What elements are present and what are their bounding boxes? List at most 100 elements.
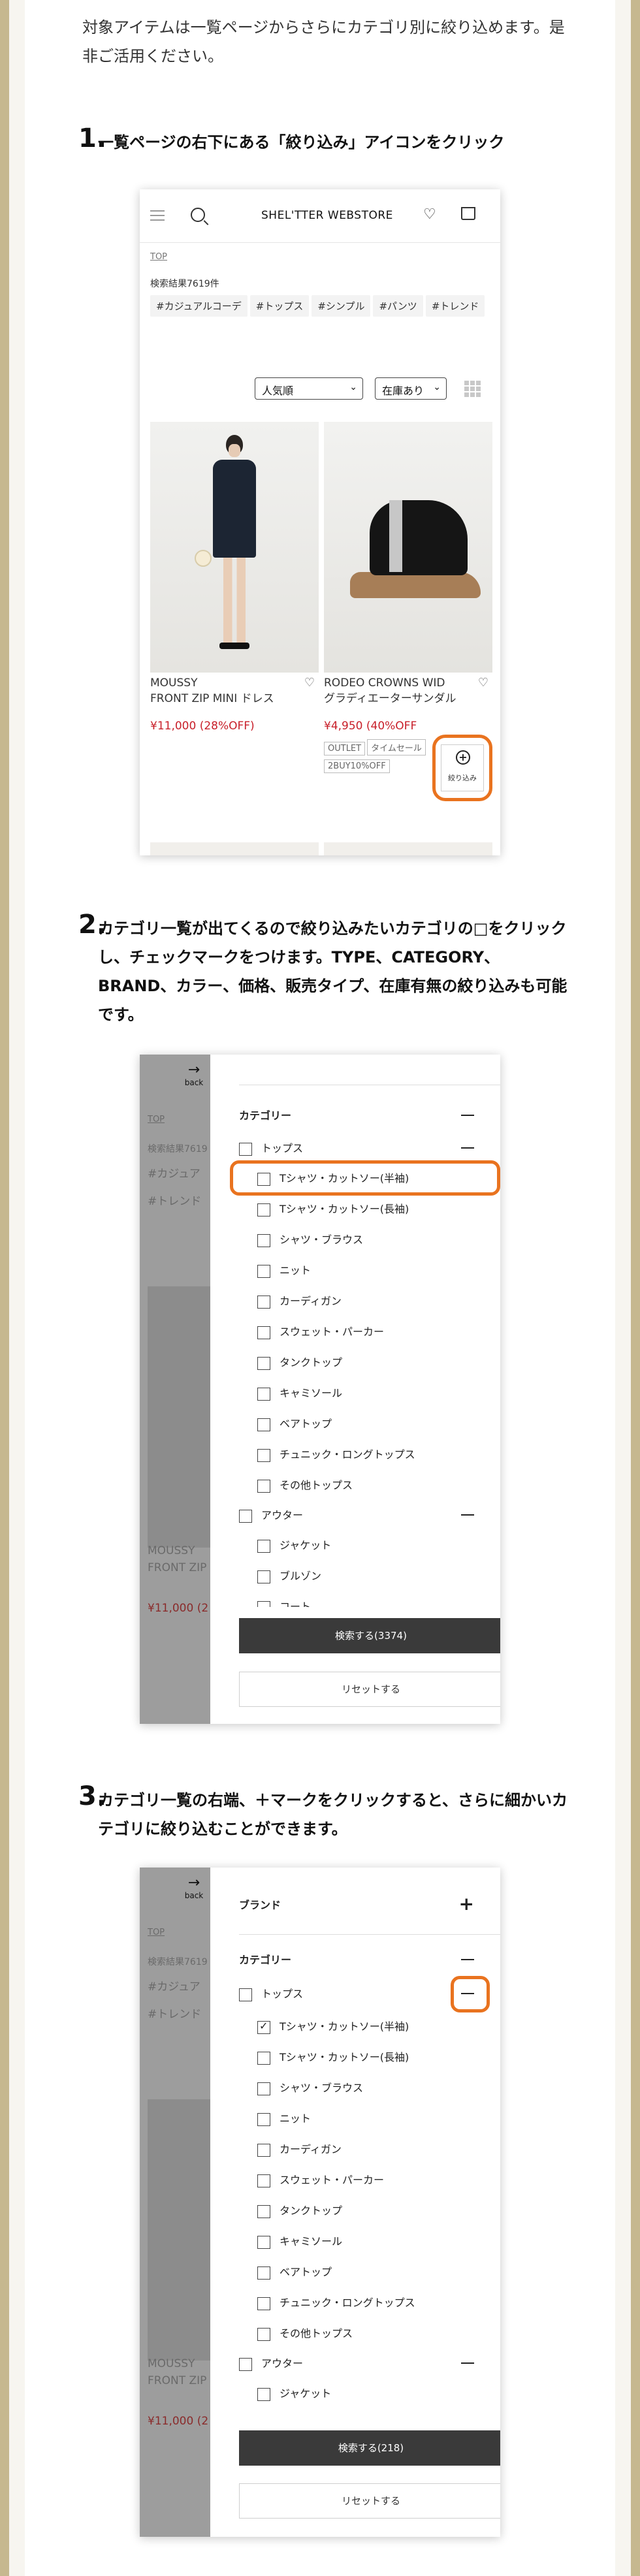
checkbox[interactable] bbox=[239, 1988, 252, 2001]
subcategory-item[interactable]: コート bbox=[257, 1598, 311, 1607]
category-header[interactable]: カテゴリー bbox=[239, 1951, 474, 1969]
tag[interactable]: #パンツ bbox=[373, 295, 423, 317]
checkbox[interactable] bbox=[257, 1570, 270, 1583]
brand-header[interactable]: ブランド + bbox=[239, 1895, 474, 1915]
product-name[interactable]: RODEO CROWNS WID グラディエーターサンダル ♡ bbox=[324, 675, 492, 707]
breadcrumb-top[interactable]: TOP bbox=[150, 252, 167, 262]
back-button[interactable]: → back bbox=[179, 1062, 209, 1088]
checkbox[interactable] bbox=[257, 1203, 270, 1216]
subcategory-item[interactable]: タンクトップ bbox=[257, 1354, 342, 1370]
subcategory-item[interactable]: ニット bbox=[257, 2110, 311, 2126]
search-button[interactable]: 検索する(218) bbox=[239, 2430, 500, 2466]
subcategory-item[interactable]: Tシャツ・カットソー(長袖) bbox=[257, 1200, 409, 1216]
checkbox-checked[interactable] bbox=[257, 2020, 270, 2034]
checkbox[interactable] bbox=[257, 1539, 270, 1553]
checkbox[interactable] bbox=[257, 2112, 270, 2126]
store-logo[interactable]: SHEL'TTER WEBSTORE bbox=[261, 209, 393, 222]
subcategory-item[interactable]: Tシャツ・カットソー(半袖) bbox=[257, 2018, 409, 2034]
heart-icon[interactable]: ♡ bbox=[423, 206, 436, 223]
category-outer[interactable]: アウター bbox=[239, 1506, 474, 1525]
subcategory-item[interactable]: Tシャツ・カットソー(長袖) bbox=[257, 2048, 409, 2065]
dimmed-background[interactable]: → back TOP 検索結果7619 #カジュア #トレンド MOUSSY FR… bbox=[140, 1868, 210, 2537]
checkbox[interactable] bbox=[239, 1142, 252, 1156]
subcategory-item[interactable]: その他トップス bbox=[257, 2325, 353, 2341]
heart-icon[interactable]: ♡ bbox=[478, 675, 488, 691]
minus-icon[interactable] bbox=[461, 1115, 474, 1116]
checkbox[interactable] bbox=[239, 1509, 252, 1523]
checkbox[interactable] bbox=[257, 1233, 270, 1247]
subcategory-item[interactable]: ジャケット bbox=[257, 1536, 331, 1553]
checkbox[interactable] bbox=[257, 2266, 270, 2280]
subcategory-item[interactable]: シャツ・ブラウス bbox=[257, 2079, 363, 2095]
minus-icon[interactable] bbox=[461, 1147, 474, 1149]
subcategory-item[interactable]: カーディガン bbox=[257, 1292, 342, 1309]
checkbox[interactable] bbox=[257, 2235, 270, 2249]
subcategory-item[interactable]: キャミソール bbox=[257, 2233, 342, 2249]
subcategory-item[interactable]: チュニック・ロングトップス bbox=[257, 1446, 415, 1462]
back-button[interactable]: → back bbox=[179, 1875, 209, 1901]
subcategory-item[interactable]: ジャケット bbox=[257, 2385, 331, 2401]
checkbox[interactable] bbox=[257, 2327, 270, 2341]
tag[interactable]: #シンプル bbox=[312, 295, 371, 317]
checkbox[interactable] bbox=[257, 2297, 270, 2310]
checkbox[interactable] bbox=[257, 1600, 270, 1607]
checkbox[interactable] bbox=[257, 1448, 270, 1462]
tag[interactable]: #トップス bbox=[249, 295, 310, 317]
cart-icon[interactable] bbox=[461, 207, 475, 220]
checkbox[interactable] bbox=[257, 2051, 270, 2065]
checkbox[interactable] bbox=[257, 1356, 270, 1370]
stock-select[interactable]: 在庫あり ⌄ bbox=[375, 377, 447, 400]
subcategory-item[interactable]: その他トップス bbox=[257, 1476, 353, 1493]
minus-icon[interactable] bbox=[461, 2362, 474, 2364]
checkbox[interactable] bbox=[257, 1264, 270, 1278]
category-tops[interactable]: トップス bbox=[239, 1139, 474, 1158]
product-card[interactable]: RODEO CROWNS WID グラディエーターサンダル ♡ ¥4,950 (… bbox=[324, 422, 492, 776]
subcategory-item[interactable]: ベアトップ bbox=[257, 2263, 332, 2280]
checkbox[interactable] bbox=[239, 2357, 252, 2371]
dimmed-background[interactable]: → back TOP 検索結果7619 #カジュア #トレンド MOUSSY FR… bbox=[140, 1055, 210, 1724]
subcategory-item[interactable]: チュニック・ロングトップス bbox=[257, 2294, 415, 2310]
category-header[interactable]: カテゴリー bbox=[239, 1107, 474, 1125]
tag[interactable]: #カジュアルコーデ bbox=[150, 295, 248, 317]
category-outer[interactable]: アウター bbox=[239, 2355, 474, 2373]
subcategory-item[interactable]: スウェット・パーカー bbox=[257, 1323, 384, 1339]
checkbox[interactable] bbox=[257, 1479, 270, 1493]
checkbox[interactable] bbox=[257, 1295, 270, 1309]
subcategory-item[interactable]: ベアトップ bbox=[257, 1415, 332, 1431]
checkbox[interactable] bbox=[257, 2387, 270, 2401]
search-button[interactable]: 検索する(3374) bbox=[239, 1618, 500, 1653]
subcategory-item[interactable]: ブルゾン bbox=[257, 1567, 321, 1583]
grid-view-icon[interactable] bbox=[464, 380, 482, 398]
minus-icon[interactable] bbox=[461, 1514, 474, 1516]
category-tops[interactable]: トップス bbox=[239, 1985, 474, 2003]
subcategory-item[interactable]: ニット bbox=[257, 1262, 311, 1278]
checkbox[interactable] bbox=[257, 1326, 270, 1339]
subcategory-item[interactable]: シャツ・ブラウス bbox=[257, 1231, 363, 1247]
reset-button[interactable]: リセットする bbox=[239, 1672, 500, 1707]
subcategory-item[interactable]: カーディガン bbox=[257, 2140, 342, 2157]
subcategory-item[interactable]: タンクトップ bbox=[257, 2202, 342, 2218]
checkbox[interactable] bbox=[257, 1172, 270, 1186]
product-name[interactable]: MOUSSY FRONT ZIP MINI ドレス ♡ bbox=[150, 675, 319, 707]
reset-button[interactable]: リセットする bbox=[239, 2483, 500, 2519]
product-image[interactable] bbox=[150, 422, 319, 673]
heart-icon[interactable]: ♡ bbox=[304, 675, 315, 691]
checkbox[interactable] bbox=[257, 2143, 270, 2157]
checkbox[interactable] bbox=[257, 2204, 270, 2218]
subcategory-item[interactable]: キャミソール bbox=[257, 1384, 342, 1401]
sort-select[interactable]: 人気順 ⌄ bbox=[255, 377, 363, 400]
product-image[interactable] bbox=[324, 422, 492, 673]
checkbox[interactable] bbox=[257, 1418, 270, 1431]
checkbox[interactable] bbox=[257, 2174, 270, 2187]
tag[interactable]: #トレンド bbox=[425, 295, 485, 317]
search-icon[interactable] bbox=[191, 208, 205, 222]
checkbox[interactable] bbox=[257, 2082, 270, 2095]
product-card[interactable]: MOUSSY FRONT ZIP MINI ドレス ♡ ¥11,000 (28%… bbox=[150, 422, 319, 733]
subcategory-item[interactable]: スウェット・パーカー bbox=[257, 2171, 384, 2187]
plus-icon[interactable]: + bbox=[459, 1895, 474, 1913]
minus-icon[interactable] bbox=[461, 1959, 474, 1960]
menu-icon[interactable] bbox=[150, 210, 165, 224]
checkbox[interactable] bbox=[257, 1387, 270, 1401]
subcategory-item[interactable]: Tシャツ・カットソー(半袖) bbox=[257, 1169, 409, 1186]
filter-button[interactable]: + 絞り込み bbox=[441, 744, 484, 791]
